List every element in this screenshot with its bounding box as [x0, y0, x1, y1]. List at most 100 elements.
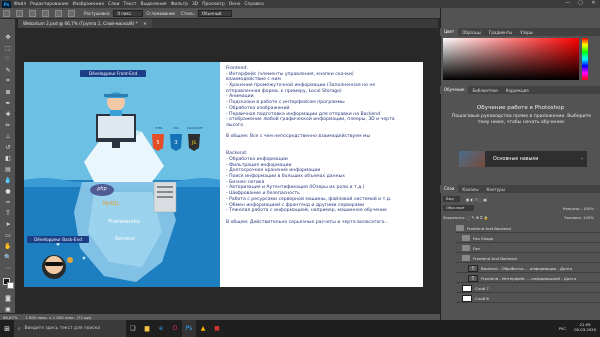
feather-input[interactable]: 0 пикс.	[113, 9, 144, 17]
more-tools-icon[interactable]: ⋯	[3, 264, 13, 272]
blend-mode-select[interactable]: Обычные	[443, 205, 475, 211]
menu-image[interactable]: Изображение	[72, 2, 104, 7]
layer-row[interactable]: 👁Frontend And Backend	[456, 254, 600, 263]
developer-illustration: 5 3 JS Développeur Front-End Développeur…	[24, 62, 220, 287]
learn-description: Пошаговые руководства прямо в приложении…	[451, 114, 592, 125]
explorer-icon[interactable]: ▆	[140, 320, 154, 337]
windows-start-icon[interactable]: ⊞	[0, 320, 14, 337]
screen-mode-icon[interactable]: ▣	[3, 305, 13, 313]
illustration-art: 5 3 JS	[24, 62, 220, 287]
layer-row[interactable]: 👁Fon Shape	[456, 234, 600, 243]
healing-brush-icon[interactable]: ✚	[3, 110, 13, 118]
marquee-tool-icon[interactable]: ⬚	[3, 44, 13, 52]
minimize-icon[interactable]: —	[561, 0, 574, 8]
lasso-tool-icon[interactable]: ➰	[3, 55, 13, 63]
rectangle-tool-icon[interactable]: ▭	[3, 231, 13, 239]
taskbar-search[interactable]: ⌕ Введите здесь текст для поиска	[14, 320, 126, 337]
eraser-tool-icon[interactable]: ◧	[3, 154, 13, 162]
dodge-tool-icon[interactable]: ●	[3, 187, 13, 195]
tab-channels[interactable]: Каналы	[458, 187, 482, 192]
lock-icons[interactable]: Закрепить: ⬚ ✎ ✥ ⌗ 🔒	[443, 215, 488, 220]
pen-tool-icon[interactable]: ✑	[3, 198, 13, 206]
system-clock[interactable]: 21:09 05.03.2020	[574, 322, 596, 332]
close-icon[interactable]: ✕	[587, 0, 600, 8]
layer-row[interactable]: 👁TBackend - Обработка ... информации - Д…	[456, 264, 600, 273]
intersect-selection-icon[interactable]	[68, 9, 75, 17]
layer-filter-select[interactable]: Вид	[443, 196, 460, 202]
add-selection-icon[interactable]	[42, 9, 49, 17]
quick-select-icon[interactable]: ✎	[3, 66, 13, 74]
tab-learn[interactable]: Обучение	[440, 86, 469, 94]
path-select-icon[interactable]: ➤	[3, 220, 13, 228]
eyedropper-icon[interactable]: ✒	[3, 99, 13, 107]
color-panel-tabs: Цвет Образцы Градиенты Узоры	[440, 28, 600, 36]
gradient-tool-icon[interactable]: ▤	[3, 165, 13, 173]
illustrator-taskbar-icon[interactable]: ▲	[196, 320, 210, 337]
menu-text[interactable]: Текст	[123, 2, 136, 7]
document-canvas[interactable]: 5 3 JS Développeur Front-End Développeur…	[24, 62, 423, 287]
learn-card-basic-skills[interactable]: Основные навыки ›	[459, 151, 587, 167]
document-tab-bar: Webartum 2.psd @ 66,7% (Группа 1, Слой-м…	[18, 19, 438, 28]
move-tool-icon[interactable]: ✥	[3, 33, 13, 41]
zoom-level[interactable]: 66,67%	[3, 315, 17, 320]
tab-libraries[interactable]: Библиотеки	[468, 88, 501, 93]
tab-color[interactable]: Цвет	[440, 28, 459, 36]
language-indicator[interactable]: РУС	[559, 326, 566, 331]
home-icon[interactable]	[3, 9, 10, 17]
menu-filter[interactable]: Фильтр	[171, 2, 188, 7]
menu-view[interactable]: Просмотр	[202, 2, 225, 7]
tab-paths[interactable]: Контуры	[482, 187, 508, 192]
menu-3d[interactable]: 3D	[192, 2, 198, 7]
text-layer-icon: T	[468, 264, 478, 272]
tab-layers[interactable]: Слои	[440, 185, 459, 193]
layer-row[interactable]: 👁Fon	[456, 244, 600, 253]
smooth-checkbox-label[interactable]: Сглаживание	[146, 11, 175, 16]
menu-select[interactable]: Выделение	[140, 2, 166, 7]
opacity-field[interactable]: Непрозр.: 100%	[563, 206, 594, 211]
menu-file[interactable]: Файл	[14, 2, 26, 7]
task-view-icon[interactable]: ❑	[126, 320, 140, 337]
maximize-icon[interactable]: ▢	[574, 0, 587, 8]
crop-tool-icon[interactable]: ⌗	[3, 77, 13, 85]
type-tool-icon[interactable]: T	[3, 209, 13, 217]
hue-slider[interactable]	[582, 38, 588, 80]
menu-help[interactable]: Справка	[244, 2, 263, 7]
opera-icon[interactable]: O	[168, 320, 182, 337]
layer-row[interactable]: 👁Frontend And Backend	[456, 224, 600, 233]
subtract-selection-icon[interactable]	[55, 9, 62, 17]
photoshop-taskbar-icon[interactable]: Ps	[182, 320, 196, 337]
layer-row[interactable]: 👁Слой 6	[456, 294, 600, 303]
menu-edit[interactable]: Редактирование	[30, 2, 68, 7]
menu-window[interactable]: Окно	[229, 2, 241, 7]
layer-row[interactable]: 👁TFrontend - Интерфейс ... информацией -…	[456, 274, 600, 283]
layer-row[interactable]: 👁Слой 7	[456, 284, 600, 293]
color-picker-field[interactable]	[443, 38, 579, 80]
new-selection-icon[interactable]	[29, 9, 36, 17]
hand-tool-icon[interactable]: ✋	[3, 242, 13, 250]
zoom-tool-icon[interactable]: 🔍	[3, 253, 13, 261]
brush-tool-icon[interactable]: ✏	[3, 121, 13, 129]
menu-layers[interactable]: Слои	[108, 2, 119, 7]
style-select[interactable]: Обычный	[197, 9, 233, 17]
quick-mask-icon[interactable]: ◙	[3, 294, 13, 302]
edge-icon[interactable]: e	[154, 320, 168, 337]
javascript-badge: JAVASCRIPT	[186, 126, 204, 130]
fill-field[interactable]: Заливка: 100%	[564, 215, 594, 220]
frame-tool-icon[interactable]: ⊠	[3, 88, 13, 96]
layer-name: Frontend And Backend	[467, 225, 511, 231]
tab-patterns[interactable]: Узоры	[516, 30, 537, 35]
blur-tool-icon[interactable]: 💧	[3, 176, 13, 184]
window-controls: — ▢ ✕	[561, 0, 600, 8]
app-taskbar-icon[interactable]: ■	[210, 320, 224, 337]
filter-icons[interactable]: ▦ ◐ T ⬚ ▣	[466, 197, 487, 202]
tab-adjustments[interactable]: Коррекция	[502, 88, 533, 93]
close-tab-icon[interactable]: ✕	[143, 21, 147, 26]
tab-swatches[interactable]: Образцы	[458, 30, 485, 35]
tab-gradients[interactable]: Градиенты	[485, 30, 516, 35]
history-brush-icon[interactable]: ↺	[3, 143, 13, 151]
lasso-tool-icon[interactable]	[16, 9, 23, 17]
clone-stamp-icon[interactable]: ⊥	[3, 132, 13, 140]
background-color-swatch[interactable]	[7, 282, 14, 289]
layer-name: Fon Shape	[473, 235, 494, 241]
document-tab[interactable]: Webartum 2.psd @ 66,7% (Группа 1, Слой-м…	[18, 19, 152, 28]
